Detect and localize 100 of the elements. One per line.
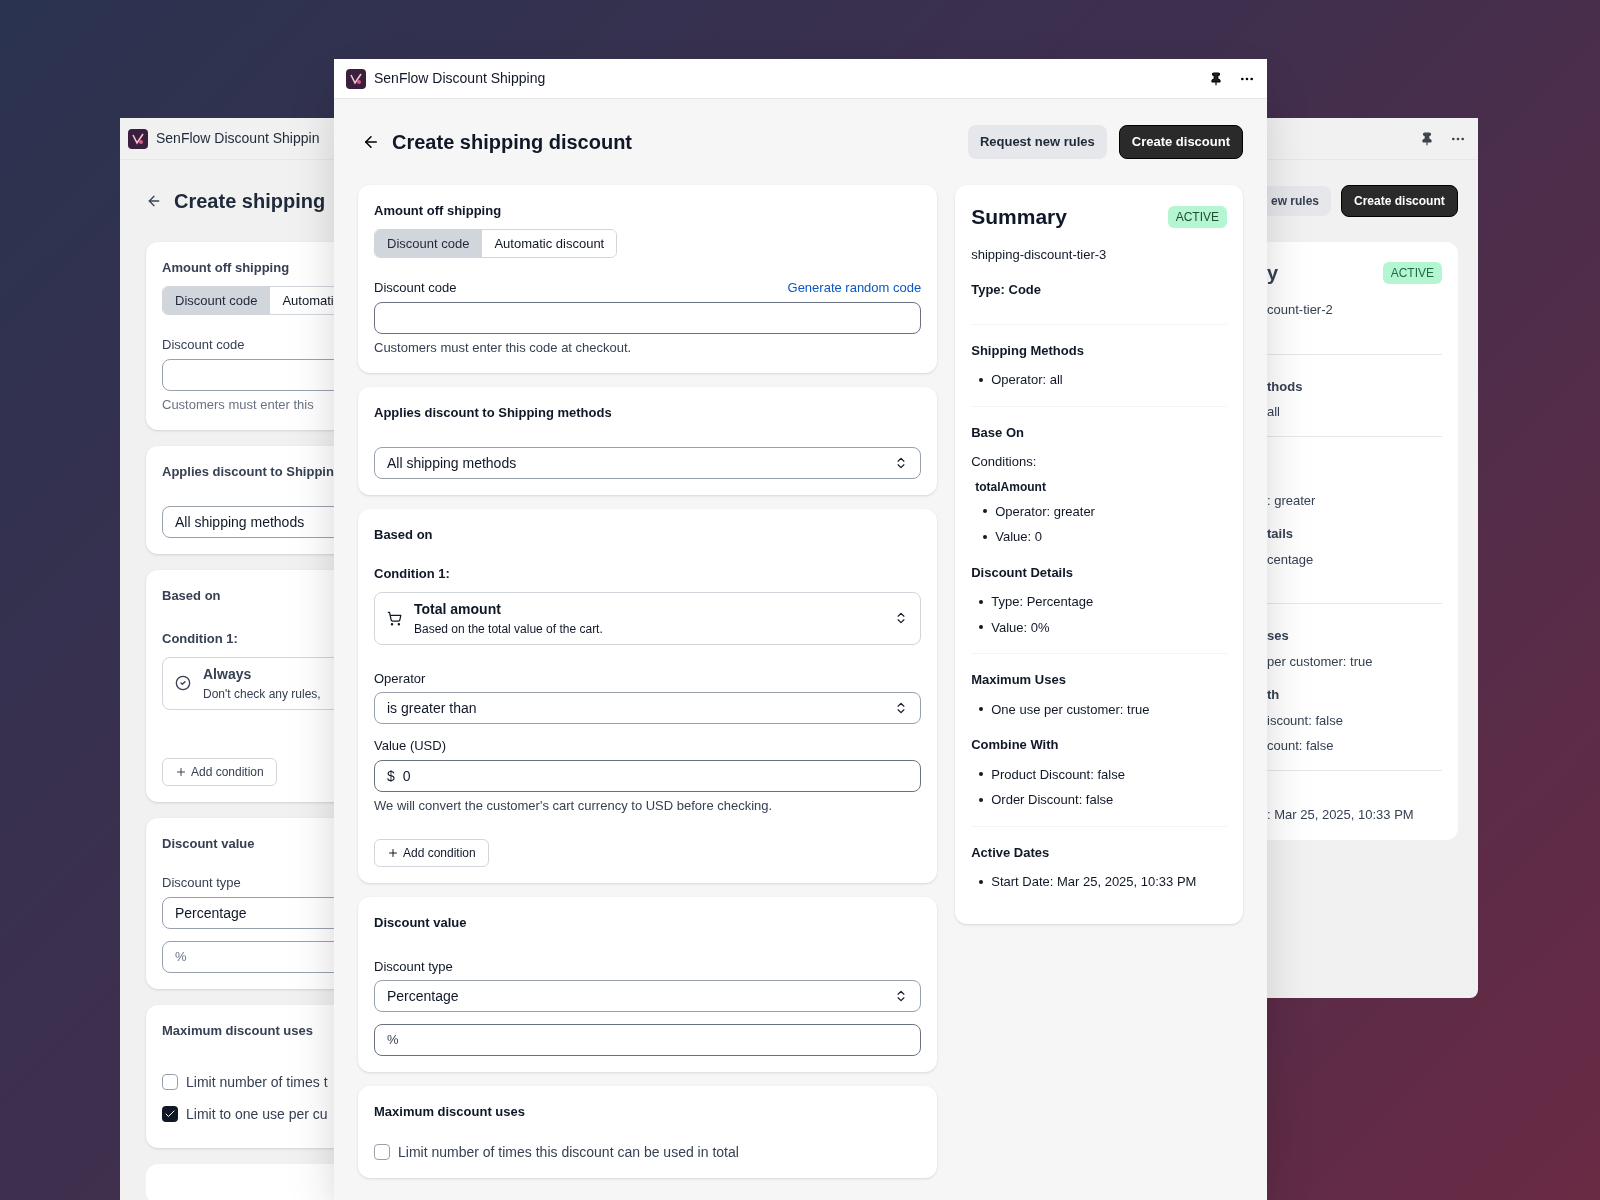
- plus-icon: [387, 847, 399, 859]
- tab[interactable]: Discount code: [375, 229, 482, 257]
- discount-type-select[interactable]: Percentage: [374, 980, 922, 1012]
- summary-line: : greater: [1267, 491, 1317, 510]
- discount-code-text: shipping-discount-tier-3: [971, 245, 1108, 264]
- summary-line: One use per customer: true: [991, 700, 1150, 719]
- field-label: Discount code: [374, 279, 457, 297]
- page-title: Create shipping: [174, 189, 326, 214]
- input-field[interactable]: [374, 301, 922, 334]
- create-button[interactable]: Create discount: [1341, 185, 1458, 217]
- summary-line: Start Date: Mar 25, 2025, 10:33 PM: [991, 873, 1197, 891]
- amount-field[interactable]: %: [374, 1024, 922, 1056]
- add-condition-button[interactable]: Add condition: [162, 757, 277, 786]
- tab[interactable]: Discount code: [163, 286, 270, 314]
- value-field[interactable]: $ 0: [374, 759, 922, 792]
- condition-label: Condition 1:: [374, 565, 451, 583]
- add-condition-button[interactable]: Add condition: [374, 839, 489, 867]
- field-label: Discount type: [162, 874, 242, 892]
- section-heading: th: [1267, 686, 1281, 704]
- section-heading: Active Dates: [971, 843, 1051, 862]
- card-heading: Discount value: [374, 914, 468, 932]
- section-heading: Base On: [971, 423, 1025, 442]
- checkbox-label: Limit number of times this discount can be used in total: [398, 1142, 739, 1162]
- checkbox-label: Limit to one use per cu: [186, 1105, 328, 1124]
- bullet-icon: [979, 625, 984, 630]
- summary-line: iscount: false: [1267, 711, 1344, 730]
- section-heading: tails: [1267, 525, 1294, 543]
- card-heading: Amount off shipping: [374, 202, 503, 220]
- condition-label: Condition 1:: [162, 630, 239, 648]
- plus-icon: [175, 765, 187, 778]
- summary-line: Order Discount: false: [991, 791, 1114, 809]
- section-heading: Combine With: [971, 736, 1060, 754]
- section-heading: Maximum Uses: [971, 671, 1067, 689]
- summary-line: Operator: greater: [995, 502, 1095, 521]
- checkbox[interactable]: [374, 1143, 390, 1160]
- summary-line: Type: Percentage: [991, 593, 1094, 611]
- section-heading: Shipping Methods: [971, 341, 1085, 360]
- bullet-icon: [983, 509, 988, 514]
- bullet-icon: [979, 599, 984, 604]
- page-title: Create shipping discount: [392, 130, 633, 155]
- pin-icon[interactable]: [1209, 71, 1223, 86]
- section-heading: thods: [1267, 377, 1304, 396]
- checkbox[interactable]: [162, 1074, 178, 1090]
- amount-field[interactable]: %: [162, 940, 335, 973]
- operator-select[interactable]: is greater than: [374, 692, 922, 724]
- summary-line: count-tier-2: [1267, 301, 1334, 319]
- tab[interactable]: Automatic discount: [481, 229, 617, 257]
- status-badge: ACTIVE: [1382, 262, 1442, 284]
- card-heading: Discount value: [162, 834, 256, 853]
- help-text: Customers must enter this code at checkout.: [374, 338, 633, 357]
- help-text: Customers must enter this: [162, 395, 315, 414]
- status-badge: ACTIVE: [1167, 205, 1227, 228]
- generate-code-link[interactable]: Generate random code: [787, 278, 922, 298]
- shipping-methods-select[interactable]: All shipping methods: [374, 446, 922, 479]
- section-heading: ses: [1267, 627, 1290, 645]
- summary-line: centage: [1267, 550, 1315, 569]
- check-circle-icon: [175, 675, 191, 691]
- create-button[interactable]: Create discount: [1118, 125, 1243, 159]
- card-heading: Maximum discount uses: [162, 1021, 314, 1040]
- condition-title: Always: [203, 664, 253, 684]
- app-logo-icon: [346, 68, 366, 89]
- field-label: Operator: [374, 669, 427, 688]
- summary-line: : Mar 25, 2025, 10:33 PM: [1267, 805, 1415, 824]
- tab[interactable]: Automati: [269, 286, 335, 314]
- card-heading: Applies discount to Shipping methods: [374, 404, 613, 422]
- bullet-icon: [979, 797, 984, 802]
- checkbox-label: Limit number of times t: [186, 1073, 328, 1092]
- summary-line: count: false: [1267, 737, 1335, 755]
- bullet-icon: [979, 772, 984, 777]
- card-heading: Based on: [374, 525, 434, 544]
- checkbox[interactable]: [162, 1106, 178, 1122]
- help-text: We will convert the customer's cart currency to USD before checking.: [374, 796, 774, 815]
- summary-line: Conditions:: [971, 453, 1038, 471]
- window-title: SenFlow Discount Shipping: [374, 69, 546, 88]
- condition-description: Based on the total value of the cart.: [414, 620, 604, 638]
- cart-icon: [387, 610, 402, 626]
- request-button[interactable]: ew rules: [1267, 186, 1332, 216]
- bullet-icon: [979, 377, 984, 382]
- request-button[interactable]: Request new rules: [967, 125, 1107, 159]
- summary-line: all: [1267, 403, 1281, 421]
- condition-title: Total amount: [414, 599, 502, 619]
- bullet-icon: [979, 707, 984, 712]
- condition-name: totalAmount: [974, 478, 1047, 496]
- bullet-icon: [979, 879, 984, 884]
- window-title: SenFlow Discount Shippin: [156, 129, 320, 148]
- summary-line: Product Discount: false: [991, 765, 1125, 784]
- summary-line: Value: 0%: [991, 618, 1050, 637]
- condition-select[interactable]: Total amount Based on the total value of the cart.: [374, 591, 922, 645]
- summary-line: per customer: true: [1267, 652, 1374, 671]
- check-icon: [164, 1108, 176, 1120]
- condition-description: Don't check any rules,: [203, 685, 321, 703]
- field-value: 0: [402, 766, 411, 786]
- pin-icon[interactable]: [1420, 131, 1434, 146]
- card-heading: Applies discount to Shippin: [162, 463, 335, 481]
- card-heading: Maximum discount uses: [374, 1103, 526, 1121]
- summary-title: y: [1267, 261, 1279, 286]
- currency-prefix: $: [387, 766, 395, 786]
- summary-title: Summary: [971, 204, 1067, 230]
- summary-line: Value: 0: [995, 528, 1042, 546]
- card-heading: Based on: [162, 586, 222, 605]
